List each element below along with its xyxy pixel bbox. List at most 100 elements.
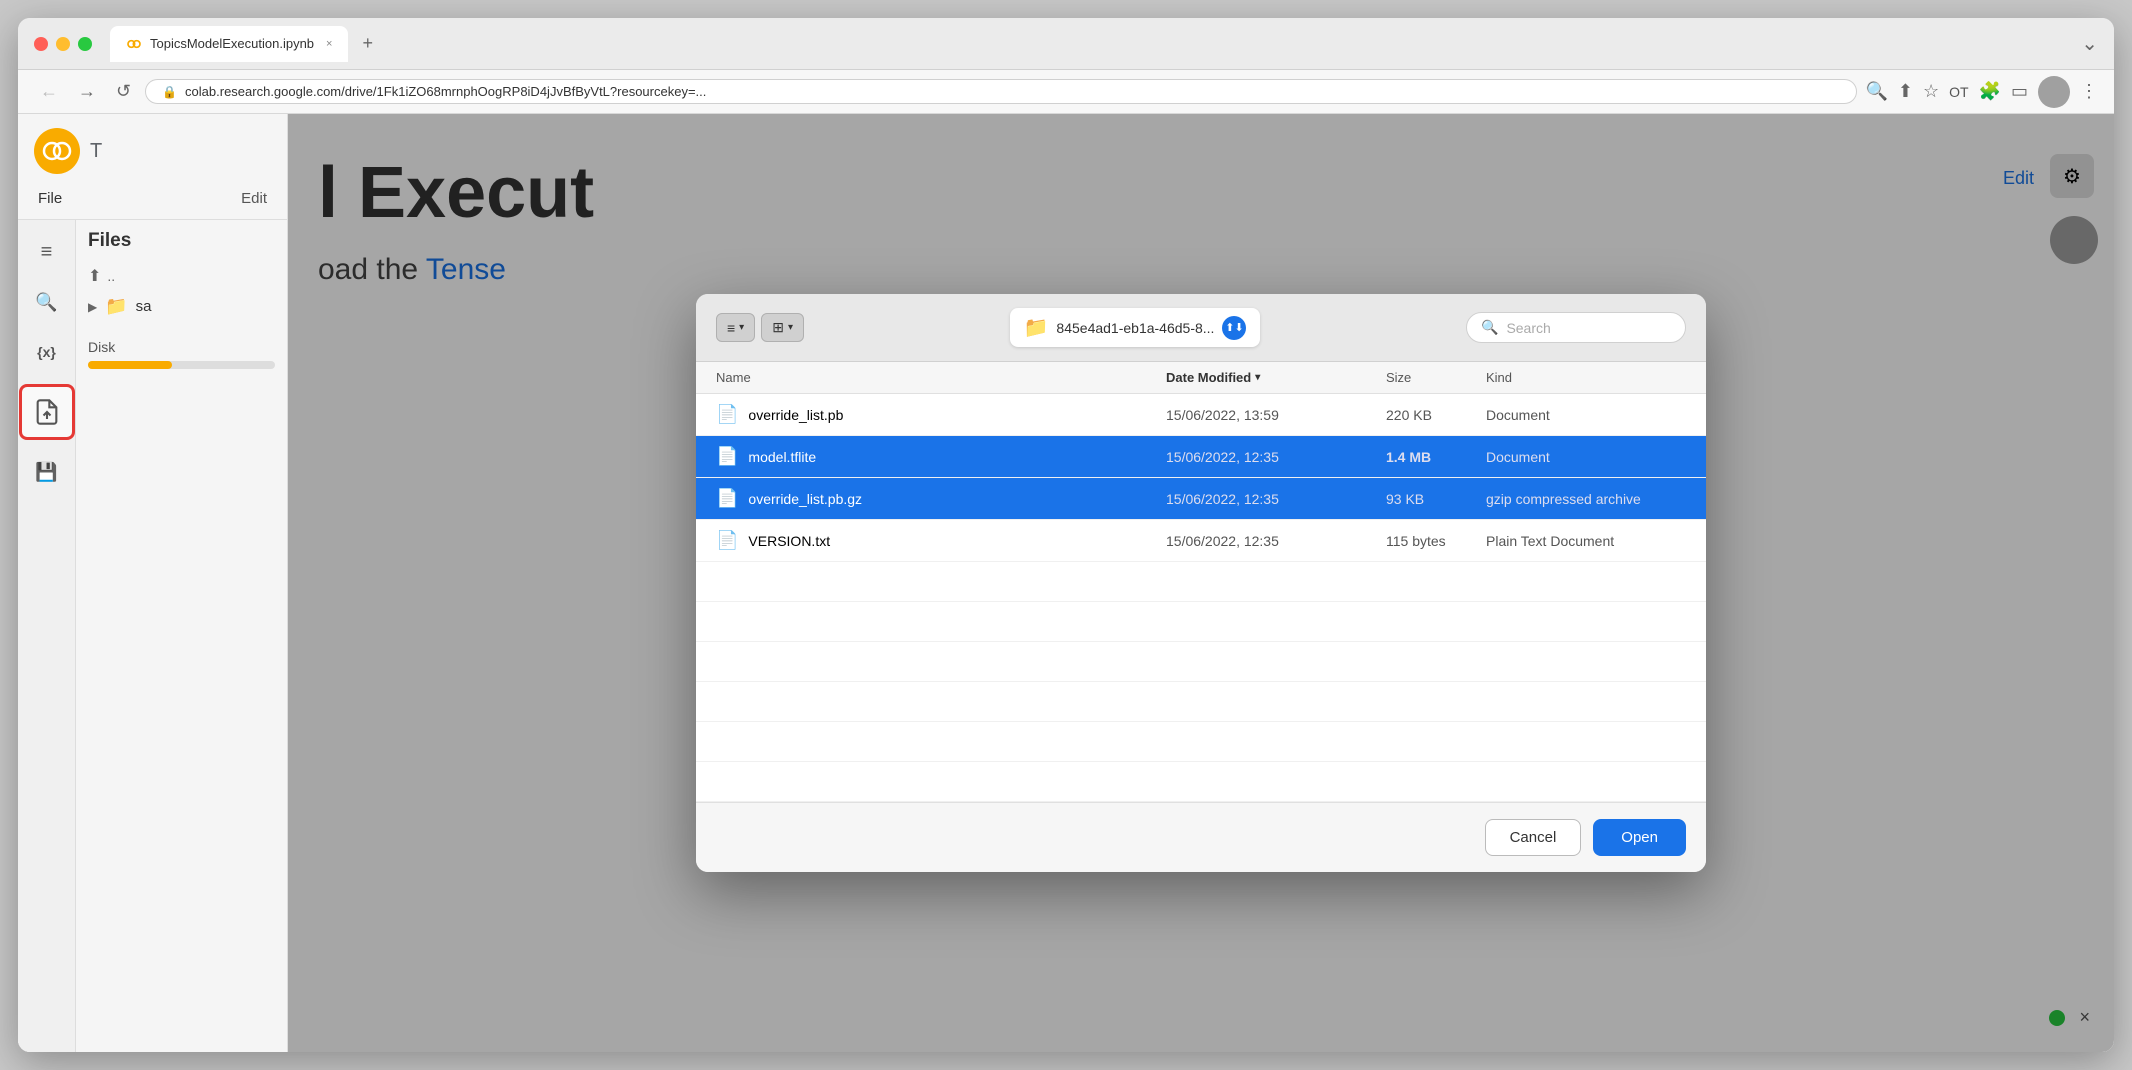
- share-icon[interactable]: ⬆: [1898, 81, 1913, 102]
- file-kind-3: Plain Text Document: [1486, 533, 1686, 549]
- active-tab[interactable]: TopicsModelExecution.ipynb ×: [110, 26, 348, 62]
- close-button[interactable]: [34, 37, 48, 51]
- empty-row-5: [696, 722, 1706, 762]
- cancel-button[interactable]: Cancel: [1485, 819, 1582, 856]
- list-dropdown-arrow: ▾: [739, 322, 744, 333]
- file-row-0[interactable]: 📄 override_list.pb 15/06/2022, 13:59 220…: [696, 394, 1706, 436]
- file-size-3: 115 bytes: [1386, 533, 1486, 549]
- address-bar[interactable]: 🔒 colab.research.google.com/drive/1Fk1iZ…: [145, 79, 1857, 104]
- list-view-button[interactable]: ≡ ▾: [716, 313, 755, 342]
- search-box[interactable]: 🔍 Search: [1466, 312, 1686, 343]
- minimize-button[interactable]: [56, 37, 70, 51]
- empty-row-4: [696, 682, 1706, 722]
- drive-letter: T: [90, 140, 102, 163]
- colab-main-area: ≡ 🔍 {x} 💾 F: [18, 220, 287, 1052]
- file-size-0: 220 KB: [1386, 407, 1486, 423]
- tab-close-button[interactable]: ×: [326, 38, 332, 50]
- edit-label[interactable]: Edit: [233, 186, 275, 211]
- file-date-3: 15/06/2022, 12:35: [1166, 533, 1386, 549]
- tab-bar: TopicsModelExecution.ipynb × +: [110, 26, 2073, 62]
- colab-logo-icon: [34, 128, 80, 174]
- disk-label: Disk: [88, 339, 275, 355]
- col-size-header: Size: [1386, 370, 1486, 385]
- folder-name: sa: [136, 298, 152, 315]
- file-row-2[interactable]: 📄 override_list.pb.gz 15/06/2022, 12:35 …: [696, 478, 1706, 520]
- browser-minimize-icon: ⌄: [2081, 31, 2098, 56]
- file-row-3[interactable]: 📄 VERSION.txt 15/06/2022, 12:35 115 byte…: [696, 520, 1706, 562]
- bookmark-icon[interactable]: ☆: [1923, 81, 1939, 102]
- folder-navigation: 📁 845e4ad1-eb1a-46d5-8... ⬆⬇: [816, 308, 1454, 347]
- disk-section: Disk: [88, 339, 275, 369]
- empty-rows: [696, 562, 1706, 802]
- folder-row[interactable]: ▶ 📁 sa: [88, 290, 275, 323]
- upload-file-button[interactable]: [19, 384, 75, 440]
- main-content: l Execut oad the Tense ⚙ Edit ×: [288, 114, 2114, 1052]
- search-placeholder: Search: [1506, 320, 1550, 336]
- back-button[interactable]: ←: [34, 77, 64, 106]
- user-avatar[interactable]: [2038, 76, 2070, 108]
- browser-window: TopicsModelExecution.ipynb × + ⌄ ← → ↺ 🔒…: [18, 18, 2114, 1052]
- folder-path-display: 📁 845e4ad1-eb1a-46d5-8... ⬆⬇: [1010, 308, 1261, 347]
- folder-path-icon: 📁: [1024, 315, 1049, 340]
- upload-dots: ..: [107, 268, 115, 284]
- folder-nav-arrows[interactable]: ⬆⬇: [1222, 316, 1246, 340]
- list-icon: ≡: [727, 320, 735, 336]
- upload-arrow-icon: ⬆: [88, 266, 101, 286]
- file-picker-overlay: ≡ ▾ ⊞ ▾ 📁 845e4ad1-: [288, 114, 2114, 1052]
- colab-tab-icon: [126, 36, 142, 52]
- file-size-1: 1.4 MB: [1386, 449, 1486, 465]
- reload-button[interactable]: ↺: [110, 77, 137, 106]
- sidebar-menu-icon[interactable]: ≡: [25, 230, 69, 274]
- file-date-0: 15/06/2022, 13:59: [1166, 407, 1386, 423]
- file-icon-0: 📄: [716, 404, 738, 425]
- address-text: colab.research.google.com/drive/1Fk1iZO6…: [185, 84, 1840, 99]
- file-name-3: VERSION.txt: [748, 533, 830, 549]
- file-date-2: 15/06/2022, 12:35: [1166, 491, 1386, 507]
- file-icon-2: 📄: [716, 488, 738, 509]
- upload-icon: [33, 398, 61, 426]
- file-name-cell-2: 📄 override_list.pb.gz: [716, 488, 1166, 509]
- col-kind-header: Kind: [1486, 370, 1686, 385]
- disk-progress-bar: [88, 361, 275, 369]
- nav-icons: 🔍 ⬆ ☆ OT 🧩 ▭ ⋮: [1865, 76, 2098, 108]
- col-date-header[interactable]: Date Modified ▾: [1166, 370, 1386, 385]
- file-picker-dialog: ≡ ▾ ⊞ ▾ 📁 845e4ad1-: [696, 294, 1706, 872]
- icon-column: ≡ 🔍 {x} 💾: [18, 220, 76, 1052]
- file-name-cell-3: 📄 VERSION.txt: [716, 530, 1166, 551]
- new-tab-button[interactable]: +: [354, 33, 381, 54]
- file-list-header: Name Date Modified ▾ Size Kind: [696, 362, 1706, 394]
- upload-row[interactable]: ⬆ ..: [88, 262, 275, 290]
- files-panel: Files ⬆ .. ▶ 📁 sa Disk: [76, 220, 287, 1052]
- browser-content: T File Edit ≡ 🔍 {x}: [18, 114, 2114, 1052]
- dialog-toolbar: ≡ ▾ ⊞ ▾ 📁 845e4ad1-: [696, 294, 1706, 362]
- variables-icon[interactable]: {x}: [25, 330, 69, 374]
- menu-file[interactable]: File: [30, 186, 70, 211]
- file-date-1: 15/06/2022, 12:35: [1166, 449, 1386, 465]
- col-name-header: Name: [716, 370, 1166, 385]
- browser-nav: ← → ↺ 🔒 colab.research.google.com/drive/…: [18, 70, 2114, 114]
- profile-text: OT: [1949, 84, 1968, 100]
- search-icon[interactable]: 🔍: [25, 280, 69, 324]
- file-name-1: model.tflite: [748, 449, 816, 465]
- file-icon-1: 📄: [716, 446, 738, 467]
- disk-icon[interactable]: 💾: [25, 450, 69, 494]
- empty-row-1: [696, 562, 1706, 602]
- extensions-icon[interactable]: 🧩: [1979, 81, 2001, 102]
- empty-row-3: [696, 642, 1706, 682]
- file-row-1[interactable]: 📄 model.tflite 15/06/2022, 12:35 1.4 MB …: [696, 436, 1706, 478]
- grid-view-button[interactable]: ⊞ ▾: [761, 313, 804, 342]
- grid-dropdown-arrow: ▾: [788, 322, 793, 333]
- dialog-footer: Cancel Open: [696, 802, 1706, 872]
- menu-bar: File Edit: [18, 184, 287, 220]
- traffic-lights: [34, 37, 92, 51]
- zoom-icon[interactable]: 🔍: [1865, 81, 1887, 102]
- file-kind-0: Document: [1486, 407, 1686, 423]
- maximize-button[interactable]: [78, 37, 92, 51]
- sidebar-icon[interactable]: ▭: [2011, 81, 2028, 102]
- more-options-icon[interactable]: ⋮: [2080, 81, 2098, 102]
- disk-fill: [88, 361, 172, 369]
- open-button[interactable]: Open: [1593, 819, 1686, 856]
- colab-sidebar: T File Edit ≡ 🔍 {x}: [18, 114, 288, 1052]
- browser-titlebar: TopicsModelExecution.ipynb × + ⌄: [18, 18, 2114, 70]
- forward-button[interactable]: →: [72, 77, 102, 106]
